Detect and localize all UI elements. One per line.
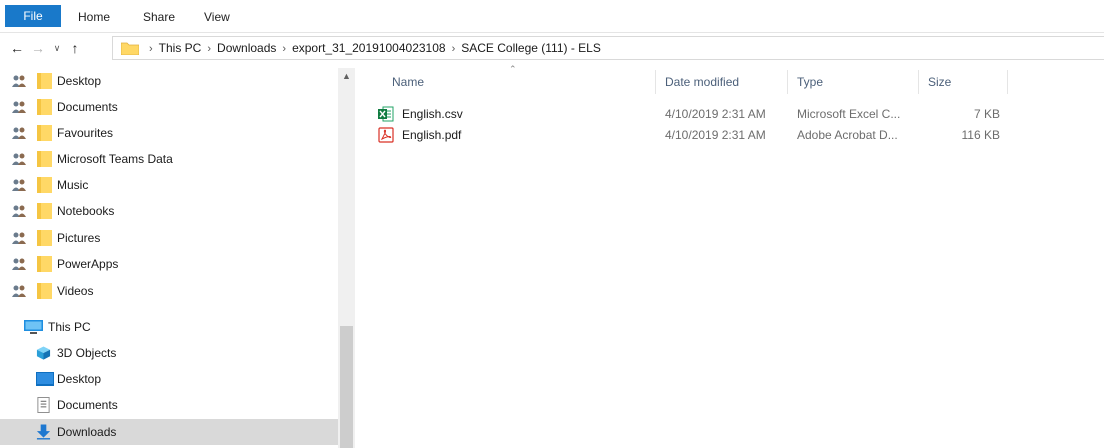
nav-item-label: This PC [48,320,91,334]
file-name: English.pdf [402,128,462,142]
shared-users-icon [12,285,26,297]
file-date-modified: 4/10/2019 2:31 AM [665,107,766,121]
nav-item-music[interactable]: Music [0,172,338,198]
tab-share[interactable]: Share [143,7,175,27]
nav-item-label: 3D Objects [57,346,117,360]
nav-item-notebooks[interactable]: Notebooks [0,198,338,224]
nav-item-3d-objects[interactable]: 3D Objects [0,340,338,366]
folder-icon [37,256,52,272]
desktop-icon [36,372,54,386]
folder-icon [37,230,52,246]
column-header-type[interactable]: Type [797,68,823,96]
scrollbar-thumb[interactable] [340,326,353,448]
column-header-size[interactable]: Size [928,68,951,96]
nav-item-powerapps[interactable]: PowerApps [0,251,338,277]
folder-icon [37,203,52,219]
nav-item-documents[interactable]: Documents [0,94,338,120]
nav-item-favourites[interactable]: Favourites [0,120,338,146]
breadcrumb-current-folder[interactable]: SACE College (111) - ELS [461,41,601,55]
nav-item-microsoft-teams-data[interactable]: Microsoft Teams Data [0,146,338,172]
nav-item-desktop-pc[interactable]: Desktop [0,366,338,392]
nav-item-desktop[interactable]: Desktop [0,68,338,94]
folder-icon [37,99,52,115]
nav-item-pictures[interactable]: Pictures [0,225,338,251]
tab-home[interactable]: Home [78,7,110,27]
breadcrumb-separator-icon[interactable]: › [149,43,153,55]
recent-locations-chevron-icon[interactable]: ∨ [50,39,64,57]
nav-item-videos[interactable]: Videos [0,278,338,304]
nav-item-label: Pictures [57,231,101,245]
shared-users-icon [12,258,26,270]
nav-item-label: Documents [57,100,118,114]
shared-users-icon [12,75,26,87]
nav-scrollbar[interactable]: ▲ [338,68,355,448]
shared-users-icon [12,127,26,139]
tab-file[interactable]: File [5,5,61,27]
breadcrumb: › This PC › Downloads › export_31_20191004023… [143,37,601,59]
nav-item-label: Music [57,178,89,192]
downloads-icon [36,424,51,440]
3d-objects-icon [36,346,51,360]
ribbon: File Home Share View [0,0,1104,33]
folder-icon [37,125,52,141]
breadcrumb-separator-icon[interactable]: › [207,43,211,55]
file-size: 116 KB [961,128,1000,142]
sort-ascending-icon: ⌃ [509,64,517,74]
file-type: Adobe Acrobat D... [797,128,898,142]
shared-users-icon [12,205,26,217]
column-divider[interactable] [1007,70,1008,94]
folder-icon [37,177,52,193]
breadcrumb-export-folder[interactable]: export_31_20191004023108 [292,41,445,55]
breadcrumb-downloads[interactable]: Downloads [217,41,276,55]
back-arrow-icon[interactable]: ← [9,39,25,57]
file-date-modified: 4/10/2019 2:31 AM [665,128,766,142]
shared-users-icon [12,179,26,191]
nav-item-label: Desktop [57,372,102,386]
breadcrumb-separator-icon[interactable]: › [452,43,456,55]
tab-view[interactable]: View [204,7,230,27]
column-divider[interactable] [918,70,919,94]
scroll-up-icon[interactable]: ▲ [338,68,355,85]
nav-item-documents-pc[interactable]: Documents [0,392,338,418]
file-name: English.csv [402,107,463,121]
nav-item-label: Notebooks [57,204,115,218]
file-list: ⌃ Name Date modified Type Size English.c… [363,64,1104,448]
file-row-english-csv[interactable]: English.csv 4/10/2019 2:31 AM Microsoft … [373,104,1003,124]
pdf-file-icon [378,127,394,143]
nav-item-label: Videos [57,284,94,298]
file-type: Microsoft Excel C... [797,107,901,121]
breadcrumb-separator-icon[interactable]: › [282,43,286,55]
nav-item-downloads[interactable]: Downloads [0,419,338,445]
excel-file-icon [378,106,394,122]
folder-icon [37,151,52,167]
folder-icon [37,283,52,299]
documents-icon [37,397,50,413]
folder-icon [37,73,52,89]
forward-arrow-icon[interactable]: → [30,39,46,57]
nav-item-label: Microsoft Teams Data [57,152,173,166]
computer-icon [24,320,43,334]
nav-item-label: Downloads [57,425,117,439]
nav-item-label: Desktop [57,74,102,88]
address-row: ← → ∨ ↑ › This PC › Downloads › export_31_201… [0,33,1104,63]
folder-icon [121,42,139,55]
nav-item-label: PowerApps [57,257,119,271]
column-divider[interactable] [655,70,656,94]
nav-item-label: Favourites [57,126,114,140]
nav-item-label: Documents [57,398,118,412]
shared-users-icon [12,153,26,165]
nav-item-this-pc[interactable]: This PC [0,314,338,340]
column-header-date-modified[interactable]: Date modified [665,68,739,96]
up-arrow-icon[interactable]: ↑ [66,39,84,57]
navigation-pane: Desktop Documents Favourites Microsoft T… [0,68,355,448]
column-divider[interactable] [787,70,788,94]
shared-users-icon [12,101,26,113]
shared-users-icon [12,232,26,244]
column-header-name[interactable]: Name [392,68,424,96]
address-bar[interactable]: › This PC › Downloads › export_31_20191004023… [112,36,1104,60]
file-row-english-pdf[interactable]: English.pdf 4/10/2019 2:31 AM Adobe Acro… [373,125,1003,145]
file-size: 7 KB [973,107,1000,121]
breadcrumb-this-pc[interactable]: This PC [159,41,202,55]
